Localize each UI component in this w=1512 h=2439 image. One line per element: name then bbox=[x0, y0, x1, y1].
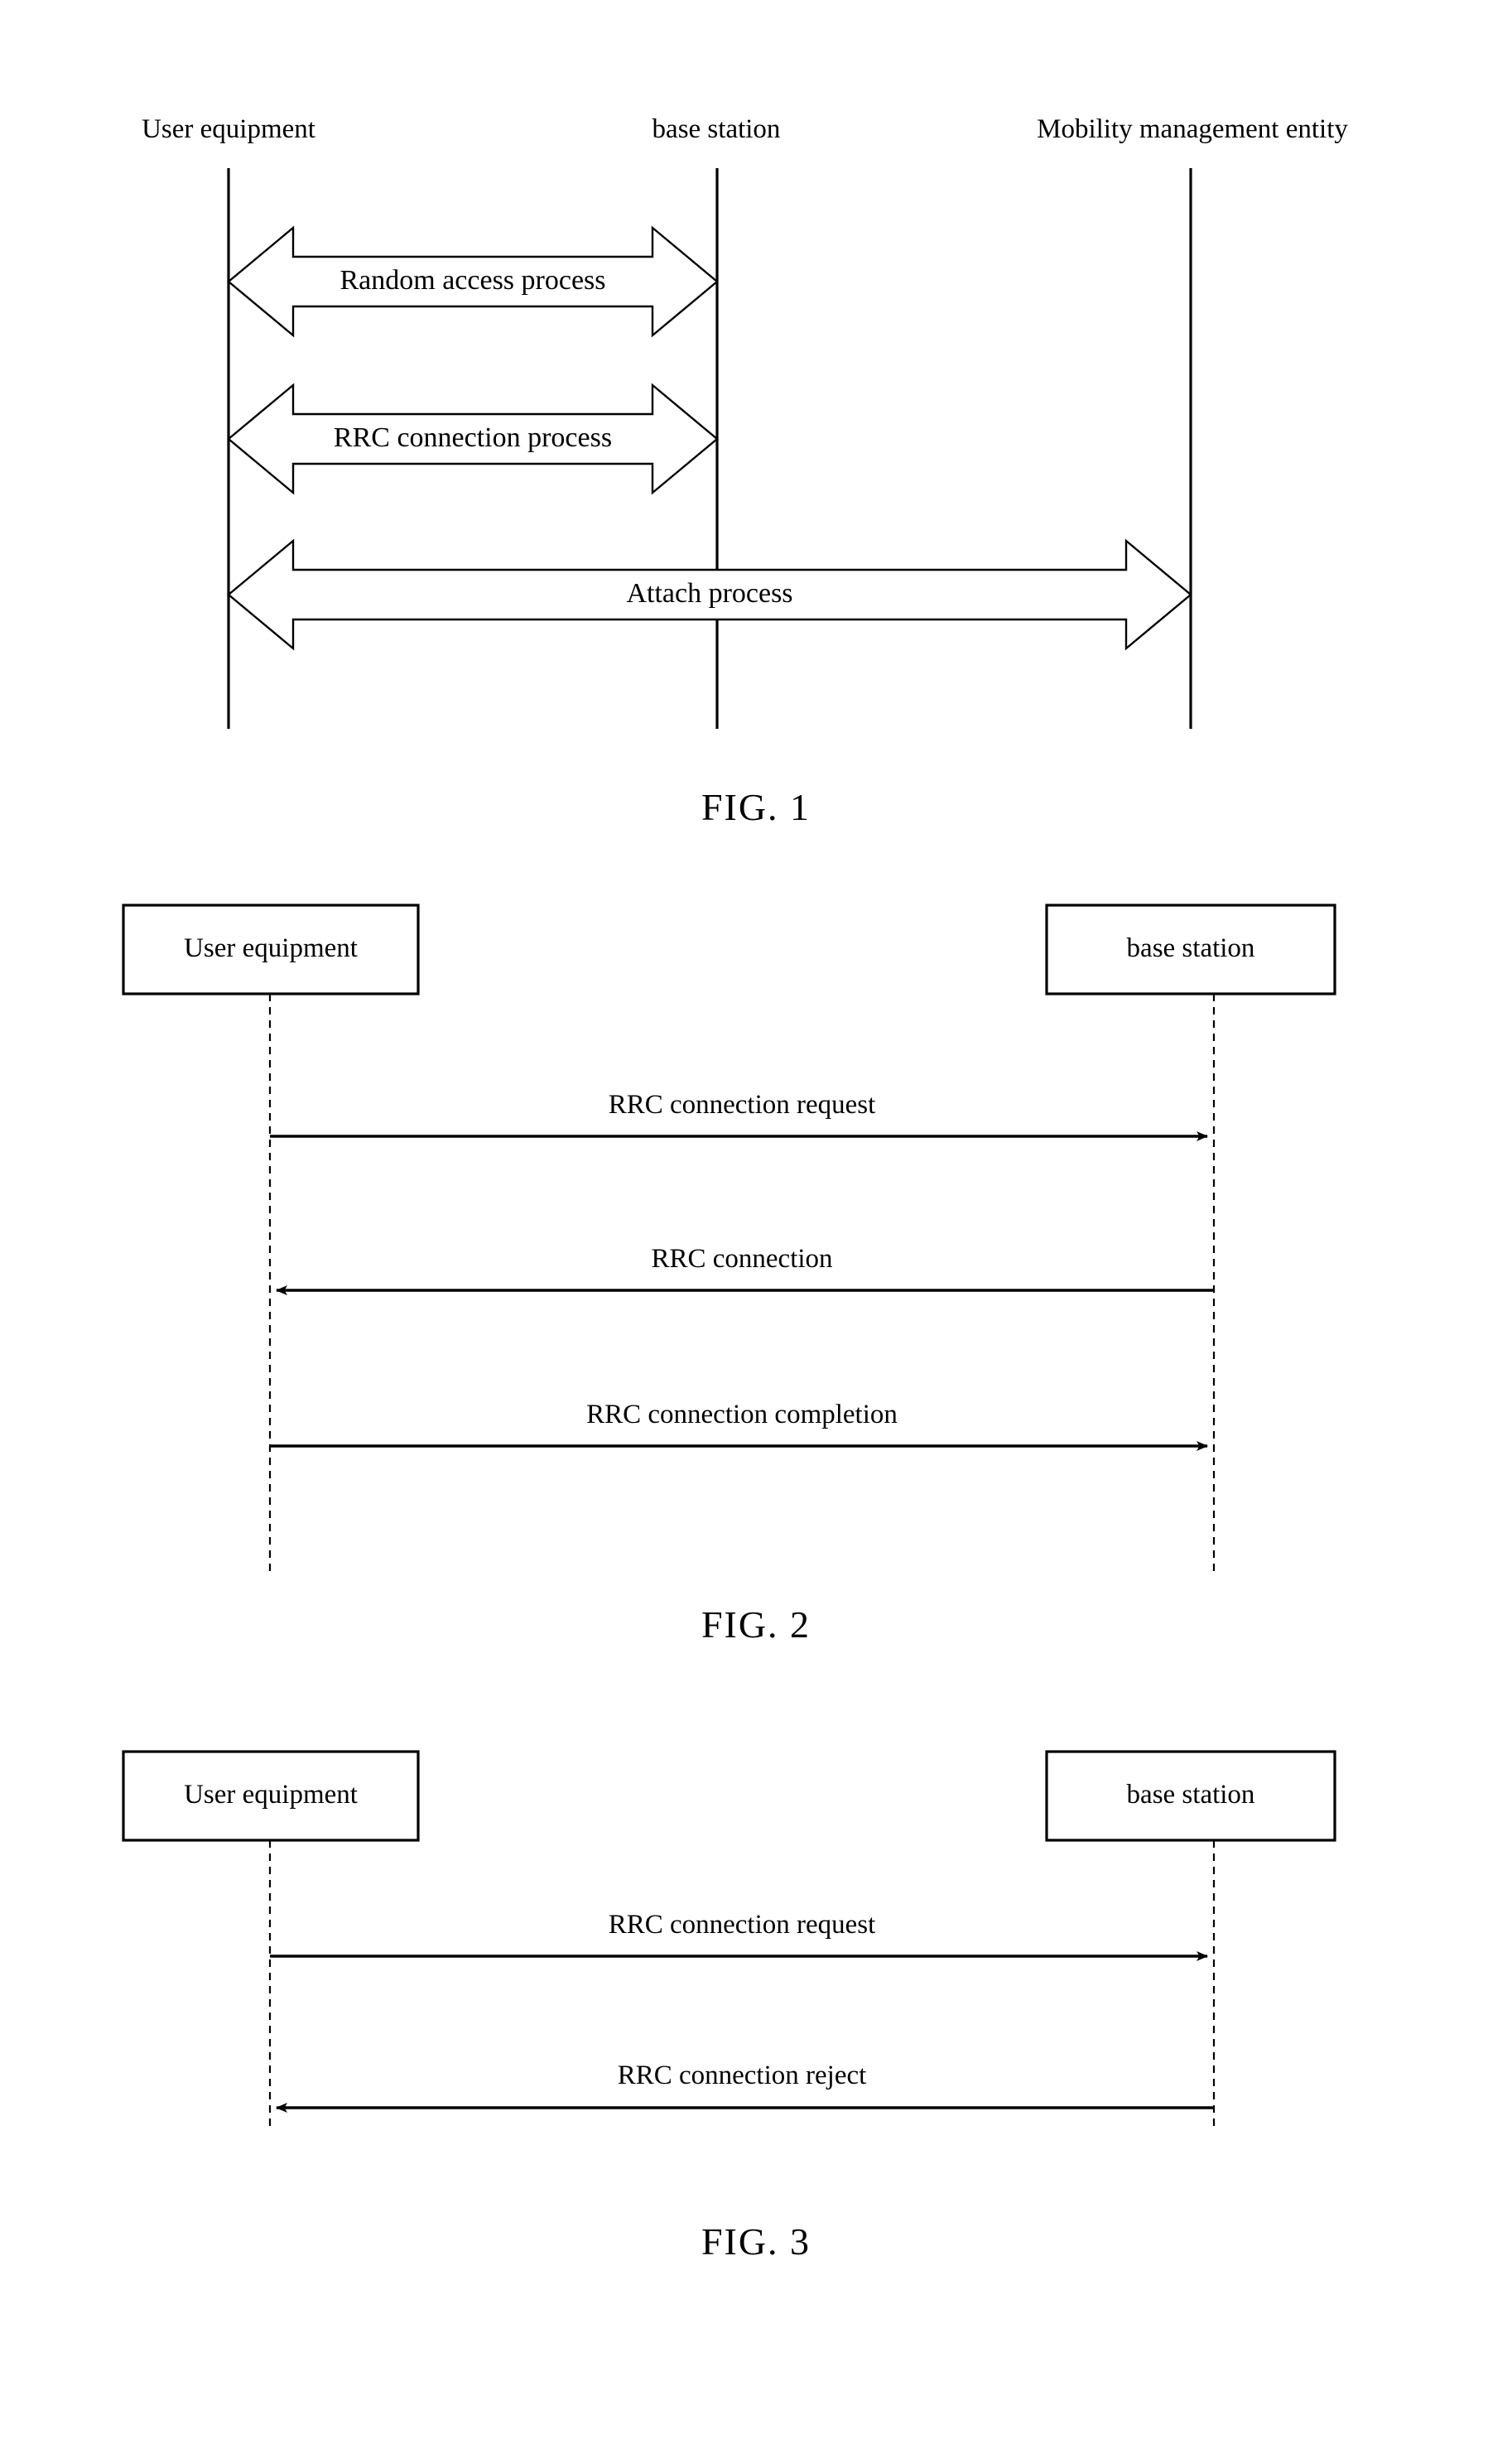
figure-2-message-label-rrc-connection: RRC connection bbox=[651, 1244, 833, 1274]
figure-2-actor-label-base-station: base station bbox=[1126, 933, 1255, 963]
figure-1: User equipment base station Mobility man… bbox=[0, 0, 1512, 861]
figure-1-actor-label-mobility-management-entity: Mobility management entity bbox=[1037, 114, 1348, 144]
figure-1-actor-label-user-equipment: User equipment bbox=[142, 114, 315, 144]
figure-3-actor-label-base-station: base station bbox=[1126, 1780, 1255, 1810]
patent-drawing-sheet: User equipment base station Mobility man… bbox=[0, 0, 1512, 2439]
figure-3-actor-label-user-equipment: User equipment bbox=[184, 1780, 358, 1810]
figure-1-actor-label-base-station: base station bbox=[652, 114, 781, 144]
figure-1-message-label-random-access-process: Random access process bbox=[339, 265, 606, 296]
figure-3-message-label-rrc-connection-reject: RRC connection reject bbox=[617, 2061, 867, 2090]
figure-1-caption: FIG. 1 bbox=[701, 786, 811, 828]
figure-2-caption: FIG. 2 bbox=[701, 1603, 811, 1646]
figure-1-message-label-attach-process: Attach process bbox=[626, 578, 793, 609]
figure-3-caption: FIG. 3 bbox=[701, 2220, 811, 2263]
figure-1-message-label-rrc-connection-process: RRC connection process bbox=[333, 422, 613, 453]
figure-2-actor-label-user-equipment: User equipment bbox=[184, 933, 358, 963]
figure-3: User equipment base station RRC connecti… bbox=[0, 1731, 1512, 2393]
figure-2-message-label-rrc-connection-request: RRC connection request bbox=[608, 1090, 876, 1120]
figure-3-message-label-rrc-connection-request: RRC connection request bbox=[608, 1910, 876, 1940]
figure-2-message-label-rrc-connection-completion: RRC connection completion bbox=[586, 1400, 898, 1429]
figure-2: User equipment base station RRC connecti… bbox=[0, 878, 1512, 1646]
